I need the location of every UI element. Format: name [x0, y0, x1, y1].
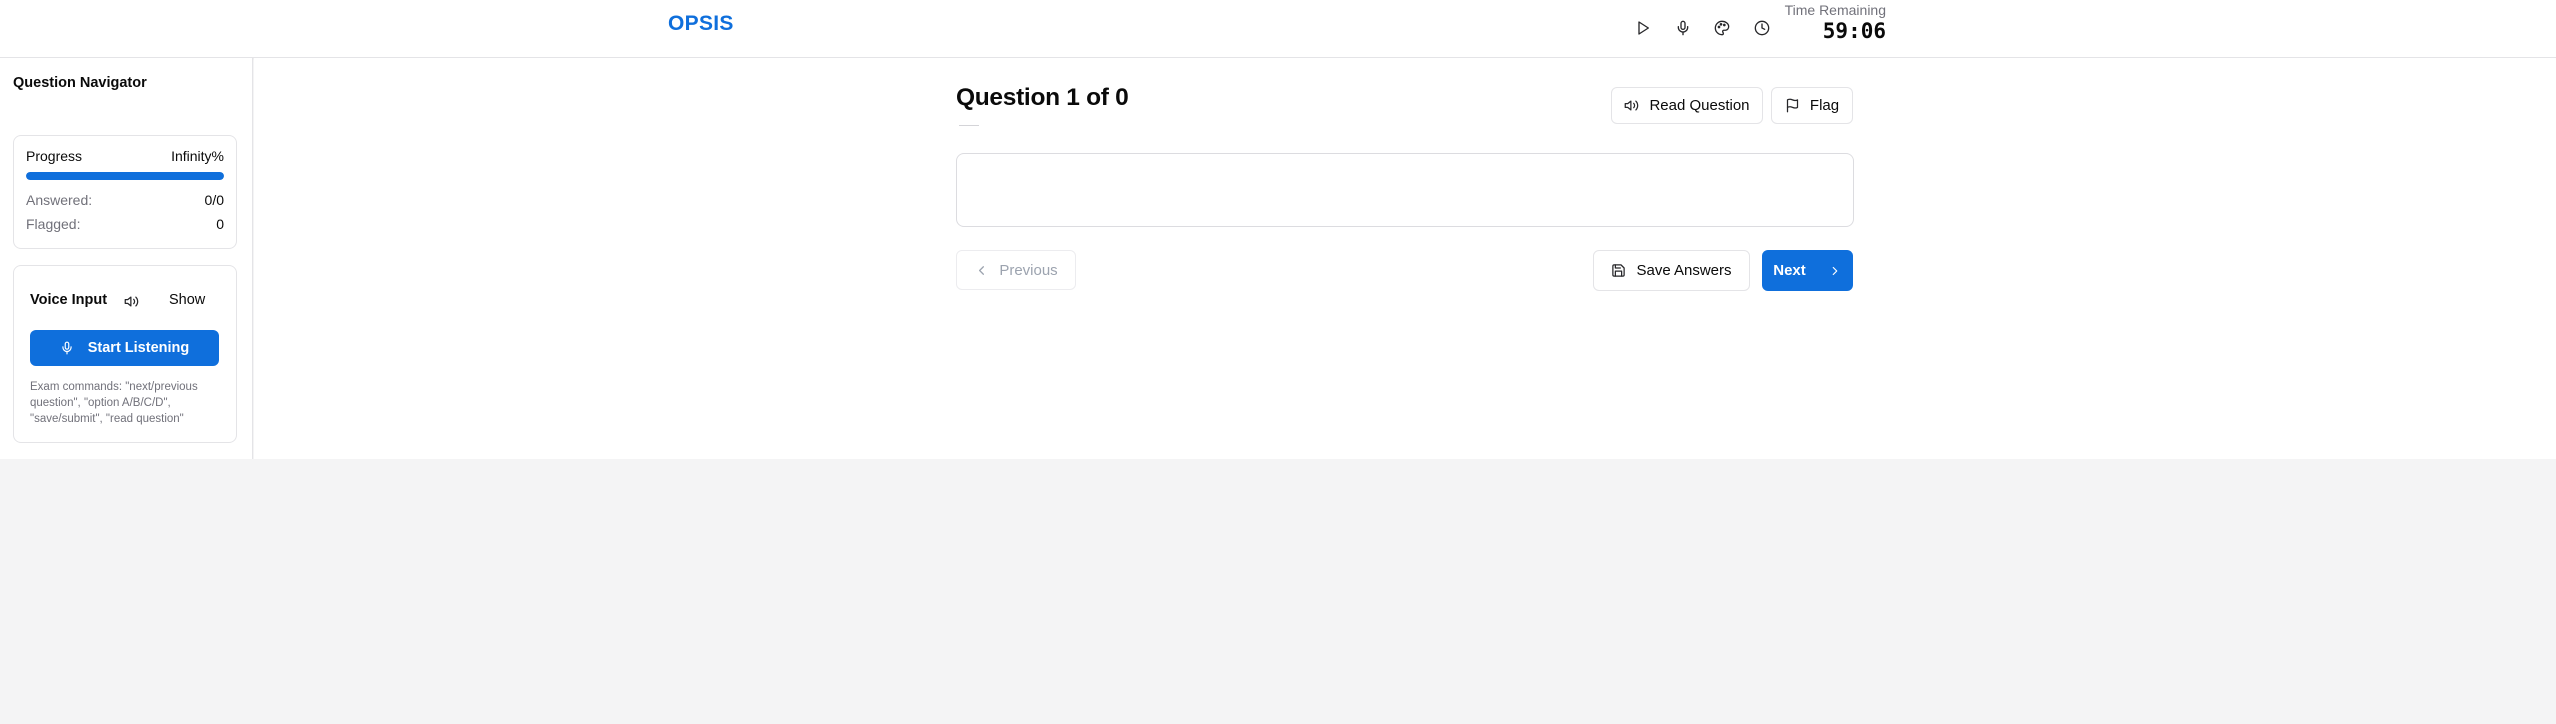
flag-icon: [1786, 98, 1799, 113]
previous-label: Previous: [999, 261, 1058, 279]
next-label: Next: [1773, 262, 1806, 279]
previous-button[interactable]: Previous: [956, 250, 1076, 290]
progress-percent: Infinity%: [171, 148, 224, 164]
chevron-left-icon: [979, 265, 985, 275]
progress-bar-fill: [26, 172, 224, 180]
save-answers-button[interactable]: Save Answers: [1593, 250, 1750, 291]
question-navigator-sidebar: Question Navigator Progress Infinity% An…: [0, 58, 253, 459]
question-content-box: [956, 153, 1854, 227]
start-listening-label: Start Listening: [87, 340, 190, 356]
voice-show-button[interactable]: Show: [169, 292, 205, 308]
voice-input-card: Voice Input Show Start Listening Exam co…: [13, 265, 237, 443]
answered-value: 0/0: [204, 192, 224, 208]
navigator-title: Question Navigator: [13, 75, 147, 91]
voice-input-title: Voice Input: [30, 292, 108, 308]
progress-header: Progress Infinity%: [26, 148, 224, 164]
speaker-icon: [1625, 100, 1639, 111]
speaker-icon[interactable]: [120, 290, 142, 312]
start-listening-button[interactable]: Start Listening: [30, 330, 219, 366]
chevron-right-icon: [1832, 266, 1838, 275]
save-answers-label: Save Answers: [1636, 262, 1732, 279]
main-content: [254, 58, 2556, 459]
title-divider: [959, 125, 979, 126]
flagged-row: Flagged: 0: [26, 216, 224, 232]
top-header: OPSIS Time Remaining 59:06: [0, 0, 2556, 58]
microphone-icon[interactable]: [1670, 15, 1696, 41]
progress-bar: [26, 172, 224, 180]
clock-icon[interactable]: [1749, 15, 1775, 41]
save-icon: [1612, 264, 1626, 277]
timer: Time Remaining 59:06: [1779, 2, 1886, 43]
app-logo[interactable]: OPSIS: [668, 12, 734, 36]
microphone-icon: [62, 341, 72, 355]
flagged-value: 0: [216, 216, 224, 232]
answered-label: Answered:: [26, 192, 93, 208]
read-question-button[interactable]: Read Question: [1611, 87, 1763, 124]
flagged-label: Flagged:: [26, 216, 81, 232]
progress-card: Progress Infinity% Answered: 0/0 Flagged…: [13, 135, 237, 249]
timer-value: 59:06: [1822, 19, 1886, 43]
play-icon[interactable]: [1630, 15, 1656, 41]
palette-icon[interactable]: [1709, 15, 1735, 41]
flag-button[interactable]: Flag: [1771, 87, 1853, 124]
flag-label: Flag: [1809, 97, 1840, 114]
timer-label: Time Remaining: [1784, 2, 1886, 18]
read-question-label: Read Question: [1649, 97, 1750, 114]
question-title: Question 1 of 0: [956, 84, 1129, 111]
answered-row: Answered: 0/0: [26, 192, 224, 208]
next-button[interactable]: Next: [1762, 250, 1853, 291]
voice-commands-help: Exam commands: "next/previous question",…: [30, 381, 198, 425]
progress-label: Progress: [26, 148, 83, 164]
